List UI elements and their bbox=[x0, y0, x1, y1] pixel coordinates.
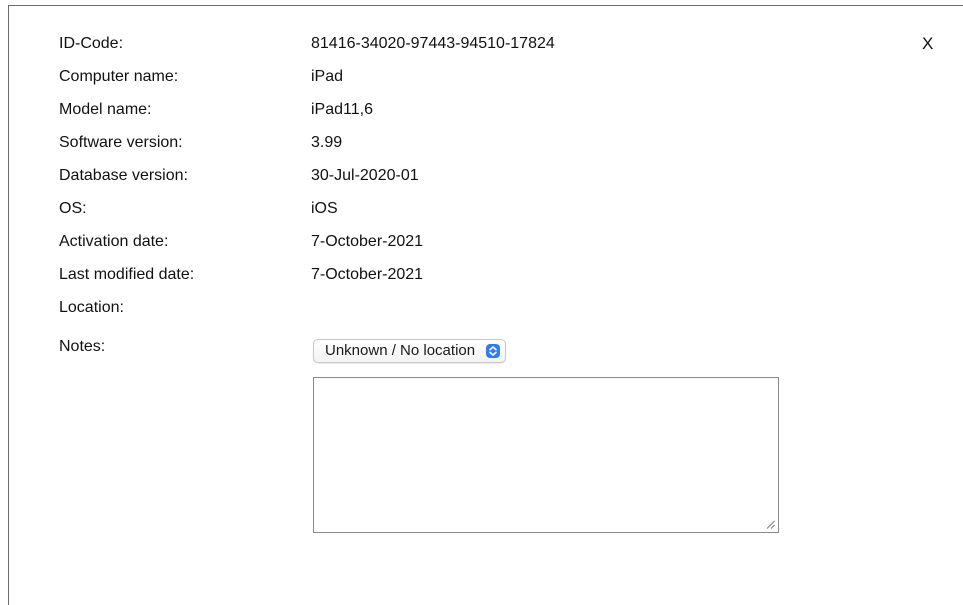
select-chevron-updown-icon bbox=[486, 344, 501, 358]
activation-date-label: Activation date: bbox=[59, 233, 169, 250]
close-button[interactable]: X bbox=[922, 34, 933, 54]
location-label: Location: bbox=[59, 299, 124, 316]
database-version-label: Database version: bbox=[59, 167, 188, 184]
software-version-label: Software version: bbox=[59, 134, 183, 151]
last-modified-date-value: 7-October-2021 bbox=[311, 266, 424, 283]
computer-name-value: iPad bbox=[311, 68, 344, 85]
id-code-value: 81416-34020-97443-94510-17824 bbox=[311, 35, 555, 52]
computer-name-label: Computer name: bbox=[59, 68, 179, 85]
software-version-value: 3.99 bbox=[311, 134, 343, 151]
model-name-value: iPad11,6 bbox=[311, 101, 373, 118]
id-code-label: ID-Code: bbox=[59, 35, 124, 52]
last-modified-date-label: Last modified date: bbox=[59, 266, 195, 283]
os-label: OS: bbox=[59, 200, 87, 217]
location-select[interactable]: Unknown / No location bbox=[313, 339, 507, 363]
resize-grip-icon[interactable] bbox=[766, 520, 775, 529]
os-value: iOS bbox=[311, 200, 338, 217]
database-version-value: 30-Jul-2020-01 bbox=[311, 167, 419, 184]
notes-textarea[interactable] bbox=[313, 377, 779, 533]
activation-date-value: 7-October-2021 bbox=[311, 233, 424, 250]
device-info-dialog: X ID-Code: 81416-34020-97443-94510-17824… bbox=[8, 5, 963, 605]
model-name-label: Model name: bbox=[59, 101, 152, 118]
notes-label: Notes: bbox=[59, 338, 106, 355]
location-select-value: Unknown / No location bbox=[325, 342, 476, 359]
